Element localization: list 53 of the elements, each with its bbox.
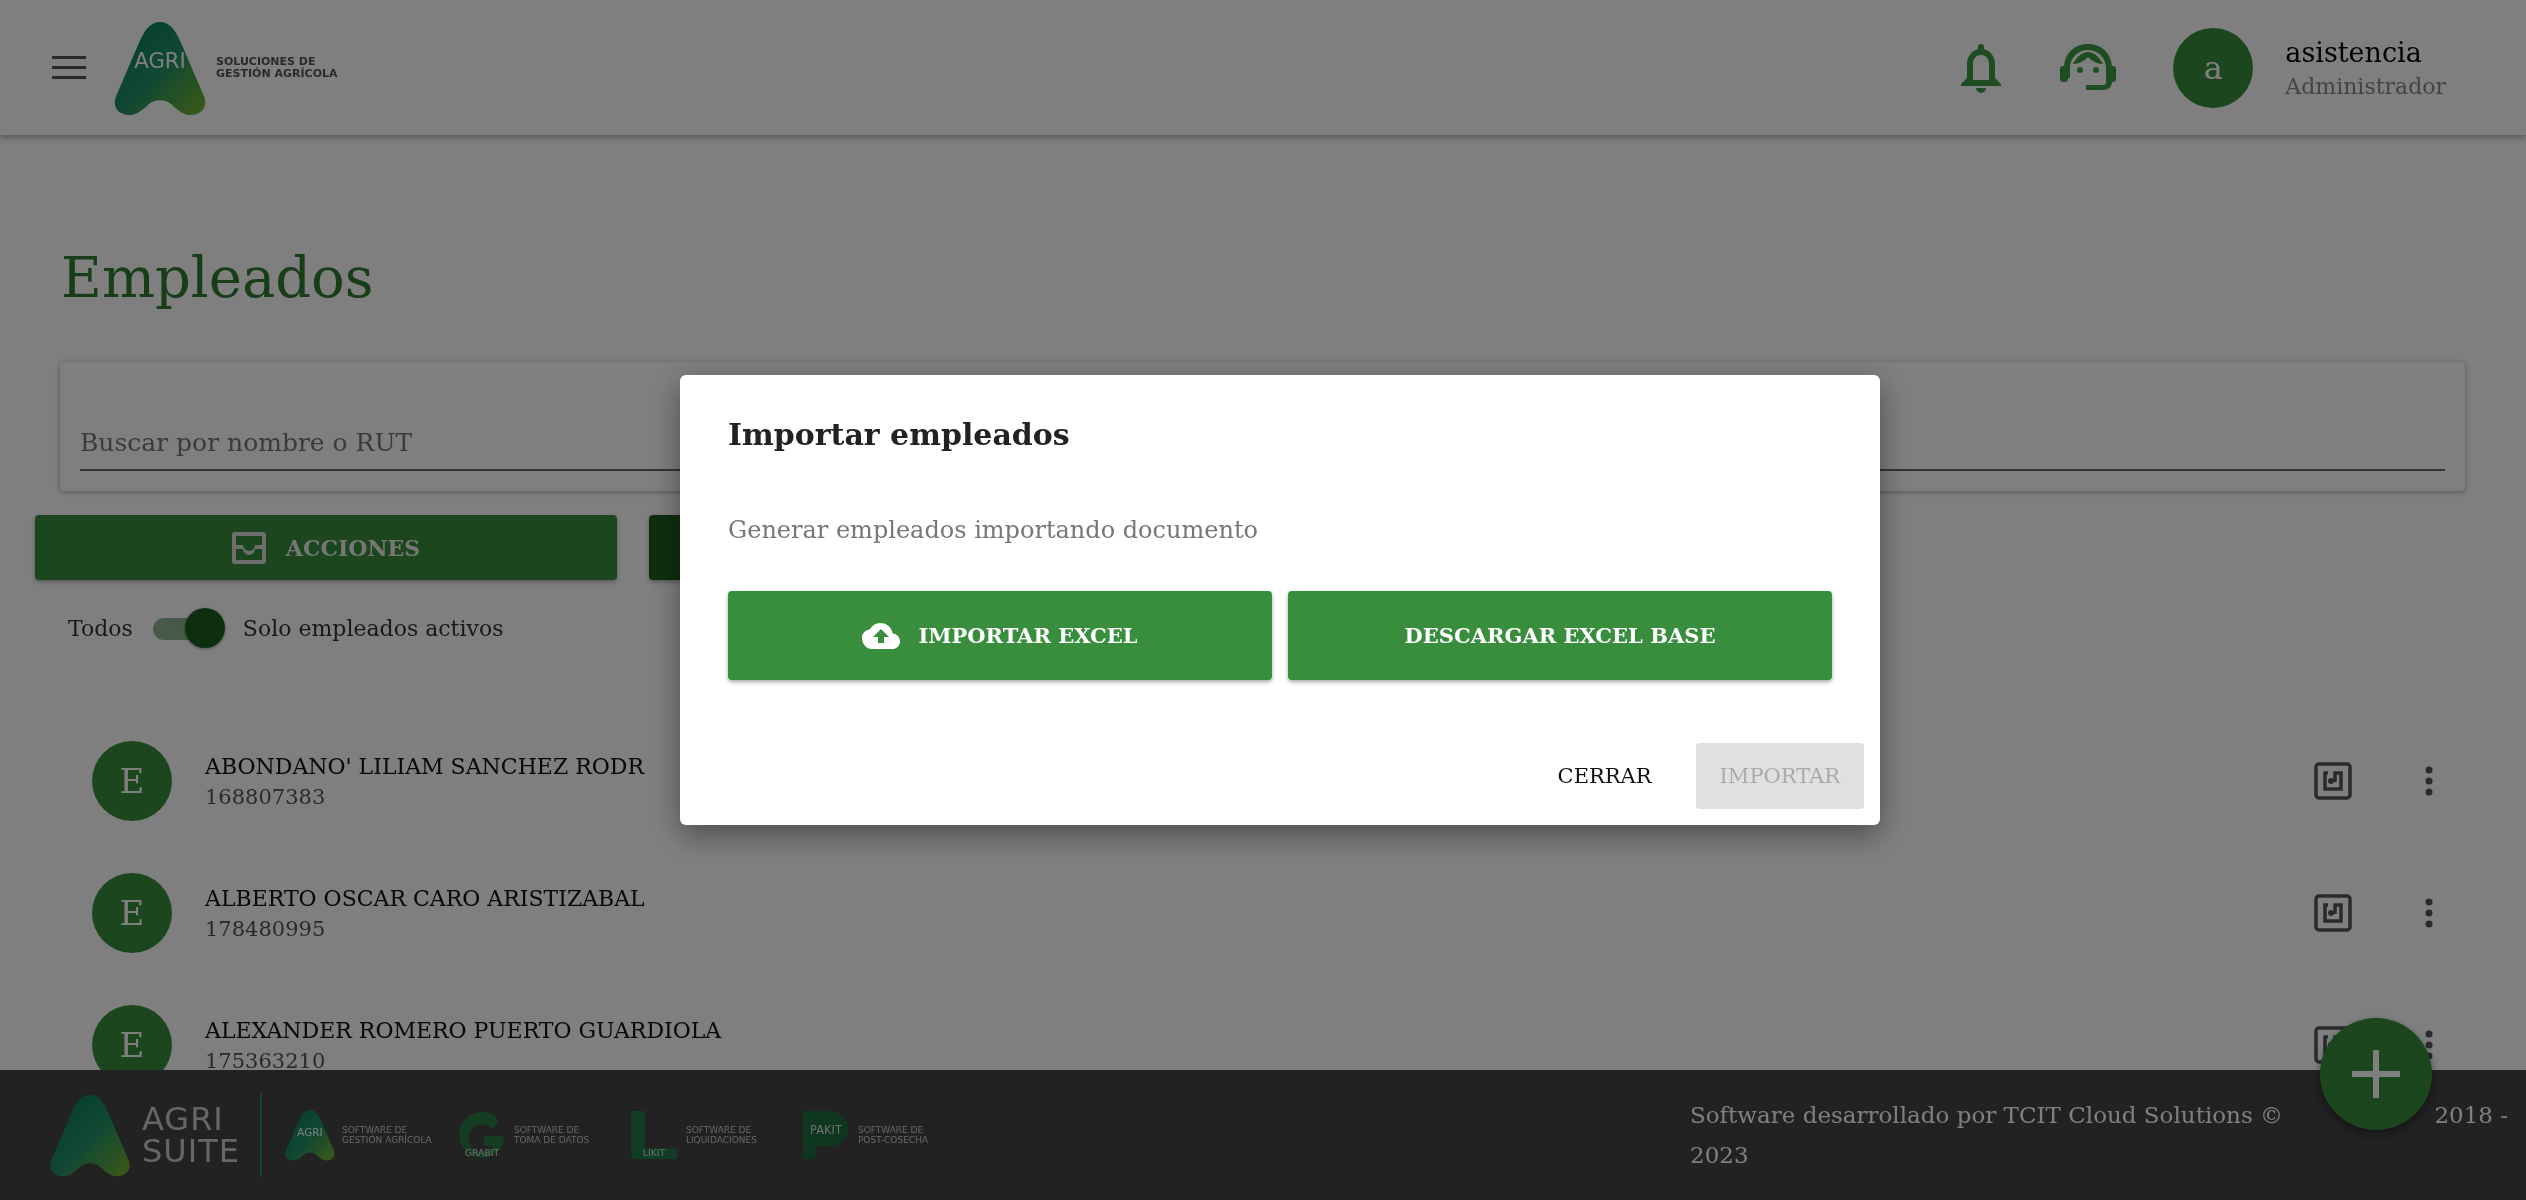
employee-avatar: E xyxy=(92,741,172,821)
actions-button[interactable]: ACCIONES xyxy=(35,515,617,580)
import-excel-button[interactable]: IMPORTAR EXCEL xyxy=(728,591,1272,680)
logo-tagline: SOLUCIONES DE xyxy=(216,55,316,68)
logo-wordmark: PAKIT xyxy=(810,1122,842,1137)
copyright-text: 2023 xyxy=(1690,1141,1749,1170)
product-tagline: SOFTWARE DE xyxy=(341,1125,408,1135)
user-name: asistencia xyxy=(2285,36,2423,68)
nfc-icon[interactable] xyxy=(2314,894,2352,932)
logo-mark xyxy=(459,1112,504,1158)
bell-icon[interactable] xyxy=(1959,41,2004,94)
inbox-icon xyxy=(231,531,266,564)
product-tagline: LIQUIDACIONES xyxy=(685,1135,757,1145)
text-button[interactable]: CERRAR xyxy=(1533,743,1676,809)
employee-avatar: E xyxy=(92,873,172,953)
suite-wordmark: AGRI xyxy=(142,1103,225,1135)
copyright-text: 2018 - xyxy=(2434,1101,2508,1130)
page-title: Empleados xyxy=(61,244,375,312)
toggle-label: Todos xyxy=(68,615,133,641)
logo-wordmark: LIKIT xyxy=(642,1146,666,1158)
employee-rut: 168807383 xyxy=(205,784,326,809)
employee-name: ALEXANDER ROMERO PUERTO GUARDIOLA xyxy=(205,1017,722,1043)
logo-wordmark: AGRI xyxy=(134,47,186,73)
copyright-text: Software desarrollado por TCIT Cloud Solutions © xyxy=(1690,1101,2283,1130)
logo-wordmark: AGRI xyxy=(297,1126,323,1139)
product-tagline: SOFTWARE DE xyxy=(513,1125,581,1135)
product-tagline: TOMA DE DATOS xyxy=(513,1135,590,1145)
more-icon[interactable] xyxy=(2424,898,2434,928)
logo-tagline: GESTIÓN AGRÍCOLA xyxy=(216,67,338,80)
dialog-message: Generar empleados importando documento xyxy=(728,515,1259,546)
menu-icon[interactable] xyxy=(52,54,86,81)
download-button[interactable]: DESCARGAR EXCEL BASE xyxy=(1288,591,1832,680)
logo-mark xyxy=(285,1110,335,1161)
employee-rut: 178480995 xyxy=(205,916,326,941)
product-tagline: SOFTWARE DE xyxy=(685,1125,753,1135)
plus-icon xyxy=(2352,1050,2400,1098)
suite-wordmark: SUITE xyxy=(142,1135,240,1167)
user-role: Administrador xyxy=(2285,73,2446,99)
more-icon[interactable] xyxy=(2424,766,2434,796)
product-tagline: POST-COSECHA xyxy=(857,1135,929,1145)
logo-mark xyxy=(631,1111,677,1159)
product-tagline: SOFTWARE DE xyxy=(857,1125,925,1135)
product-tagline: GESTIÓN AGRÍCOLA xyxy=(341,1135,432,1145)
employee-avatar: E xyxy=(92,1005,172,1070)
dialog-title: Importar empleados xyxy=(728,416,1071,454)
logo-wordmark: GRABIT xyxy=(464,1146,500,1158)
employee-rut: 175363210 xyxy=(205,1048,326,1070)
employee-name: ALBERTO OSCAR CARO ARISTIZABAL xyxy=(205,885,645,911)
toggle-label: Solo empleados activos xyxy=(242,615,504,641)
user-avatar: a xyxy=(2173,27,2254,108)
cloud-upload-icon xyxy=(862,622,901,649)
nfc-icon[interactable] xyxy=(2314,762,2352,800)
employee-name: ABONDANO' LILIAM SANCHEZ RODR xyxy=(205,753,644,779)
